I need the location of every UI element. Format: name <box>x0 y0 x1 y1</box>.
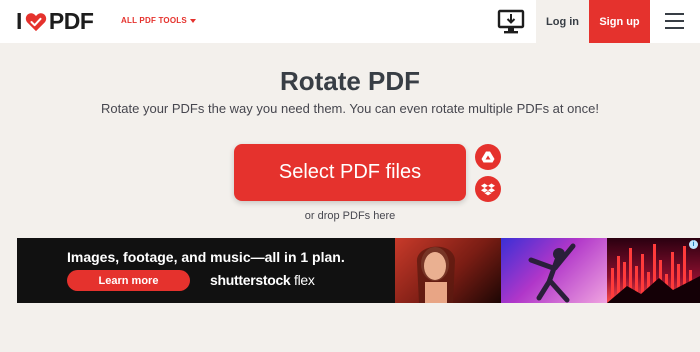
ad-waveform-image <box>607 244 700 303</box>
select-pdf-files-button[interactable]: Select PDF files <box>234 144 466 201</box>
top-header: I PDF ALL PDF TOOLS Log in Sign up <box>0 0 700 43</box>
dropbox-button[interactable] <box>475 176 501 202</box>
logo-letter-i: I <box>16 8 22 34</box>
menu-bar-bottom <box>665 27 684 29</box>
google-drive-button[interactable] <box>475 144 501 170</box>
desktop-download-icon[interactable] <box>497 9 525 35</box>
ad-learn-more-button[interactable]: Learn more <box>67 270 190 291</box>
menu-bar-top <box>665 13 684 15</box>
ad-brand-logo: shutterstock flex <box>210 272 315 288</box>
ad-photo-audio-waveform <box>607 238 700 303</box>
signup-button[interactable]: Sign up <box>589 0 650 43</box>
menu-bar-middle <box>665 20 684 22</box>
drop-hint-text: or drop PDFs here <box>304 210 396 222</box>
page-subtitle: Rotate your PDFs the way you need them. … <box>101 101 599 116</box>
ad-photo-portrait <box>395 238 501 303</box>
all-pdf-tools-menu[interactable]: ALL PDF TOOLS <box>121 16 196 25</box>
ad-dancer-image <box>528 243 576 303</box>
advertisement-banner[interactable]: Images, footage, and music—all in 1 plan… <box>17 238 700 303</box>
login-button[interactable]: Log in <box>536 0 589 43</box>
ilovepdf-logo[interactable]: I PDF <box>16 8 94 34</box>
hamburger-menu-icon[interactable] <box>665 13 684 30</box>
heart-icon <box>25 12 47 31</box>
logo-text-pdf: PDF <box>48 8 94 34</box>
ad-info-icon[interactable]: i <box>689 240 698 249</box>
ad-photo-dancer <box>501 238 607 303</box>
google-drive-icon <box>481 151 495 162</box>
page-title: Rotate PDF <box>279 66 421 96</box>
dropbox-icon <box>481 183 495 195</box>
all-pdf-tools-label: ALL PDF TOOLS <box>121 16 187 25</box>
ad-brand-suffix: flex <box>290 272 315 288</box>
caret-down-icon <box>189 18 196 23</box>
ad-brand-name: shutterstock <box>210 272 291 288</box>
ad-headline: Images, footage, and music—all in 1 plan… <box>67 249 345 265</box>
ad-portrait-image <box>416 246 455 303</box>
